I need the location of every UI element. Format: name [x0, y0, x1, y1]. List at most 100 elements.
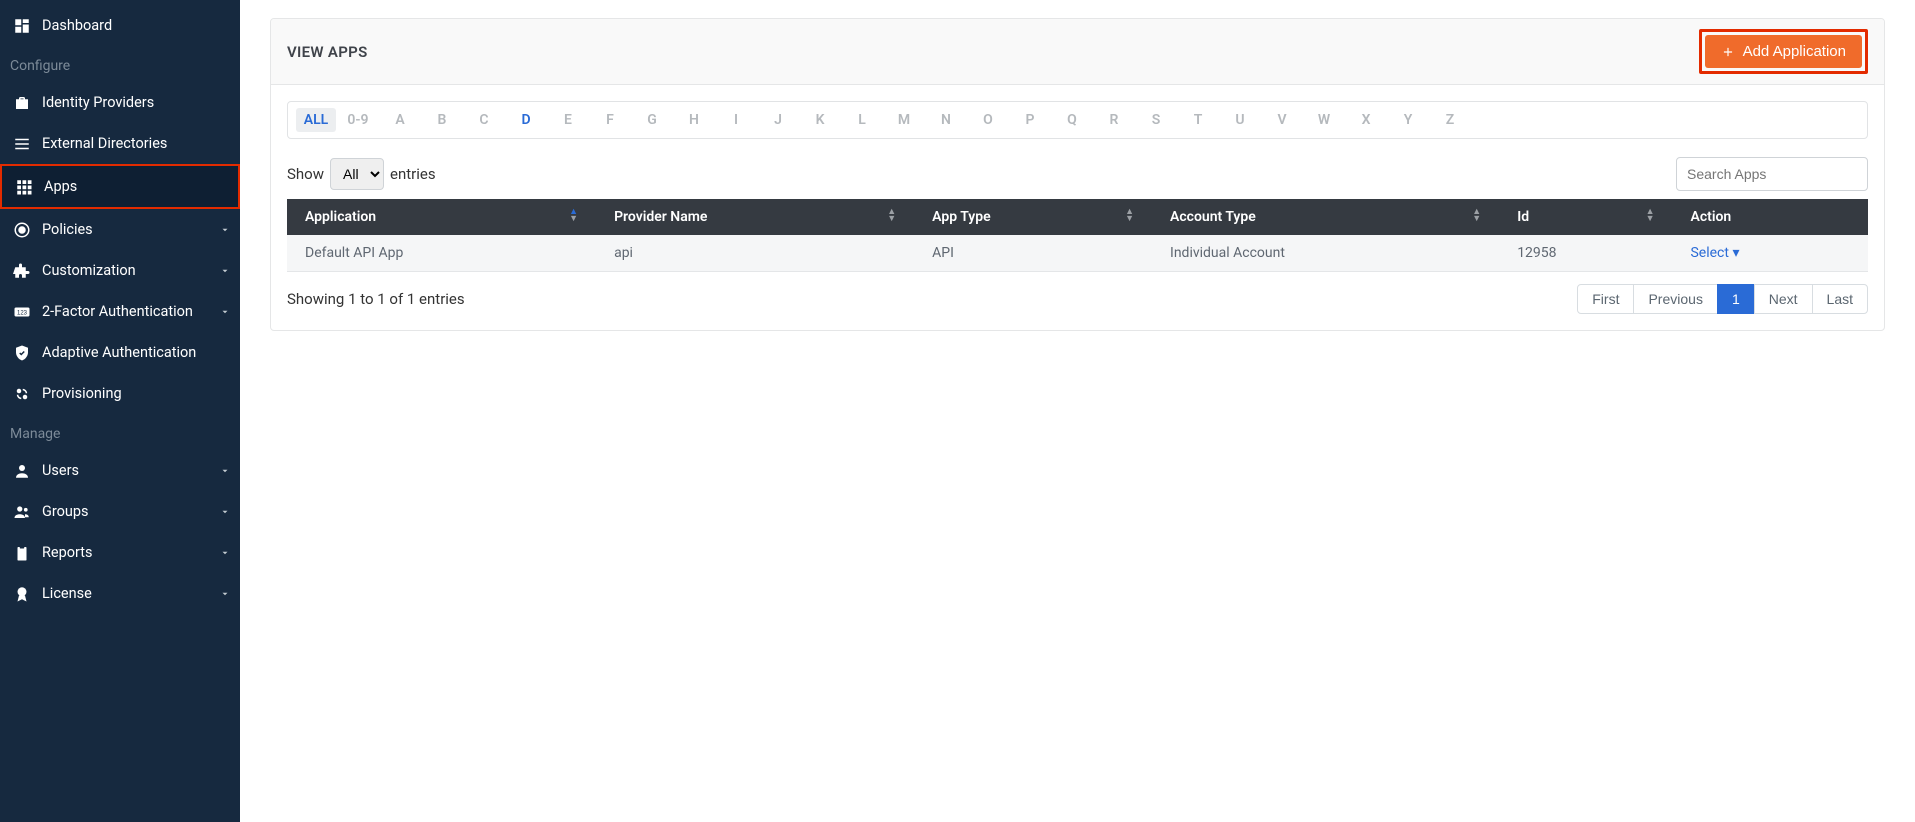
search-input[interactable]: [1676, 157, 1868, 191]
column-account-type[interactable]: Account Type▲▼: [1152, 199, 1499, 235]
column-app-type[interactable]: App Type▲▼: [914, 199, 1152, 235]
alpha-filter-l[interactable]: L: [842, 108, 882, 132]
alpha-filter-c[interactable]: C: [464, 108, 504, 132]
sidebar-item-dashboard[interactable]: Dashboard: [0, 5, 240, 46]
cell-provider-name: api: [596, 235, 914, 272]
alpha-filter-i[interactable]: I: [716, 108, 756, 132]
grid-icon: [14, 177, 34, 197]
alpha-filter-o[interactable]: O: [968, 108, 1008, 132]
column-provider-name[interactable]: Provider Name▲▼: [596, 199, 914, 235]
table-info: Showing 1 to 1 of 1 entries: [287, 290, 465, 308]
alpha-filter-m[interactable]: M: [884, 108, 924, 132]
alpha-filter-p[interactable]: P: [1010, 108, 1050, 132]
sync-users-icon: [12, 384, 32, 404]
briefcase-icon: [12, 93, 32, 113]
alpha-filter-h[interactable]: H: [674, 108, 714, 132]
sidebar-item-reports[interactable]: Reports: [0, 532, 240, 573]
page-last-button[interactable]: Last: [1812, 284, 1868, 314]
sidebar-item-label: Users: [42, 462, 220, 479]
sidebar-item-identity-providers[interactable]: Identity Providers: [0, 82, 240, 123]
alpha-filter-r[interactable]: R: [1094, 108, 1134, 132]
alpha-filter-w[interactable]: W: [1304, 108, 1344, 132]
sidebar-item-label: Identity Providers: [42, 94, 230, 111]
sidebar-item-label: External Directories: [42, 135, 230, 152]
add-application-button[interactable]: Add Application: [1705, 35, 1862, 68]
apps-table: Application▲▼Provider Name▲▼App Type▲▼Ac…: [287, 199, 1868, 272]
cell-account-type: Individual Account: [1152, 235, 1499, 272]
page-previous-button[interactable]: Previous: [1633, 284, 1717, 314]
alpha-filter-e[interactable]: E: [548, 108, 588, 132]
alpha-filter-a[interactable]: A: [380, 108, 420, 132]
alpha-filter-b[interactable]: B: [422, 108, 462, 132]
page-next-button[interactable]: Next: [1754, 284, 1813, 314]
user-icon: [12, 461, 32, 481]
alpha-filter-d[interactable]: D: [506, 108, 546, 132]
cell-app-type: API: [914, 235, 1152, 272]
alpha-filter-0-9[interactable]: 0-9: [338, 108, 378, 132]
sidebar-item-policies[interactable]: Policies: [0, 209, 240, 250]
alpha-filter-g[interactable]: G: [632, 108, 672, 132]
alpha-filter-u[interactable]: U: [1220, 108, 1260, 132]
alpha-filter-z[interactable]: Z: [1430, 108, 1470, 132]
page-size-select[interactable]: All: [330, 158, 384, 190]
users-icon: [12, 502, 32, 522]
pagination: First Previous 1 Next Last: [1577, 284, 1868, 314]
chevron-down-icon: [220, 507, 230, 517]
chevron-down-icon: [220, 225, 230, 235]
column-action[interactable]: Action: [1672, 199, 1868, 235]
row-action-label: Select: [1690, 245, 1732, 261]
page-first-button[interactable]: First: [1577, 284, 1634, 314]
sidebar-item-label: Customization: [42, 262, 220, 279]
sidebar-item-apps[interactable]: Apps: [0, 164, 240, 209]
table-controls: Show All entries: [287, 157, 1868, 191]
alpha-filter: ALL0-9ABCDEFGHIJKLMNOPQRSTUVWXYZ: [287, 101, 1868, 139]
puzzle-icon: [12, 261, 32, 281]
table-row: Default API AppapiAPIIndividual Account1…: [287, 235, 1868, 272]
panel-header: VIEW APPS Add Application: [271, 19, 1884, 85]
alpha-filter-v[interactable]: V: [1262, 108, 1302, 132]
panel-title: VIEW APPS: [287, 43, 368, 61]
alpha-filter-all[interactable]: ALL: [296, 108, 336, 132]
list-icon: [12, 134, 32, 154]
column-label: Account Type: [1170, 209, 1256, 225]
apps-table-body: Default API AppapiAPIIndividual Account1…: [287, 235, 1868, 272]
sidebar-item-label: Adaptive Authentication: [42, 344, 230, 361]
sidebar-section-title: Manage: [0, 414, 240, 450]
page-number-button[interactable]: 1: [1717, 284, 1755, 314]
alpha-filter-n[interactable]: N: [926, 108, 966, 132]
sidebar-item-label: License: [42, 585, 220, 602]
sidebar-item-customization[interactable]: Customization: [0, 250, 240, 291]
entries-label: entries: [390, 165, 436, 183]
cell-id: 12958: [1499, 235, 1672, 272]
sidebar-item-users[interactable]: Users: [0, 450, 240, 491]
sidebar-item-groups[interactable]: Groups: [0, 491, 240, 532]
svg-text:123: 123: [17, 310, 28, 316]
sidebar-item-external-directories[interactable]: External Directories: [0, 123, 240, 164]
alpha-filter-s[interactable]: S: [1136, 108, 1176, 132]
alpha-filter-f[interactable]: F: [590, 108, 630, 132]
plus-icon: [1721, 45, 1735, 59]
sidebar-item-adaptive-authentication[interactable]: Adaptive Authentication: [0, 332, 240, 373]
alpha-filter-t[interactable]: T: [1178, 108, 1218, 132]
add-application-label: Add Application: [1743, 43, 1846, 60]
sidebar-item-license[interactable]: License: [0, 573, 240, 614]
row-action-select[interactable]: Select ▾: [1690, 245, 1739, 261]
column-application[interactable]: Application▲▼: [287, 199, 596, 235]
sort-icon: ▲▼: [1125, 209, 1134, 223]
alpha-filter-y[interactable]: Y: [1388, 108, 1428, 132]
alpha-filter-q[interactable]: Q: [1052, 108, 1092, 132]
alpha-filter-x[interactable]: X: [1346, 108, 1386, 132]
alpha-filter-k[interactable]: K: [800, 108, 840, 132]
sidebar-item-label: Dashboard: [42, 17, 230, 34]
alpha-filter-j[interactable]: J: [758, 108, 798, 132]
sidebar-item-label: Policies: [42, 221, 220, 238]
sidebar-item-provisioning[interactable]: Provisioning: [0, 373, 240, 414]
column-id[interactable]: Id▲▼: [1499, 199, 1672, 235]
clipboard-icon: [12, 543, 32, 563]
chevron-down-icon: [220, 266, 230, 276]
sidebar: DashboardConfigureIdentity ProvidersExte…: [0, 0, 240, 822]
sidebar-item-2-factor-authentication[interactable]: 1232-Factor Authentication: [0, 291, 240, 332]
entries-selector: Show All entries: [287, 158, 436, 190]
caret-down-icon: ▾: [1732, 245, 1739, 261]
chevron-down-icon: [220, 548, 230, 558]
